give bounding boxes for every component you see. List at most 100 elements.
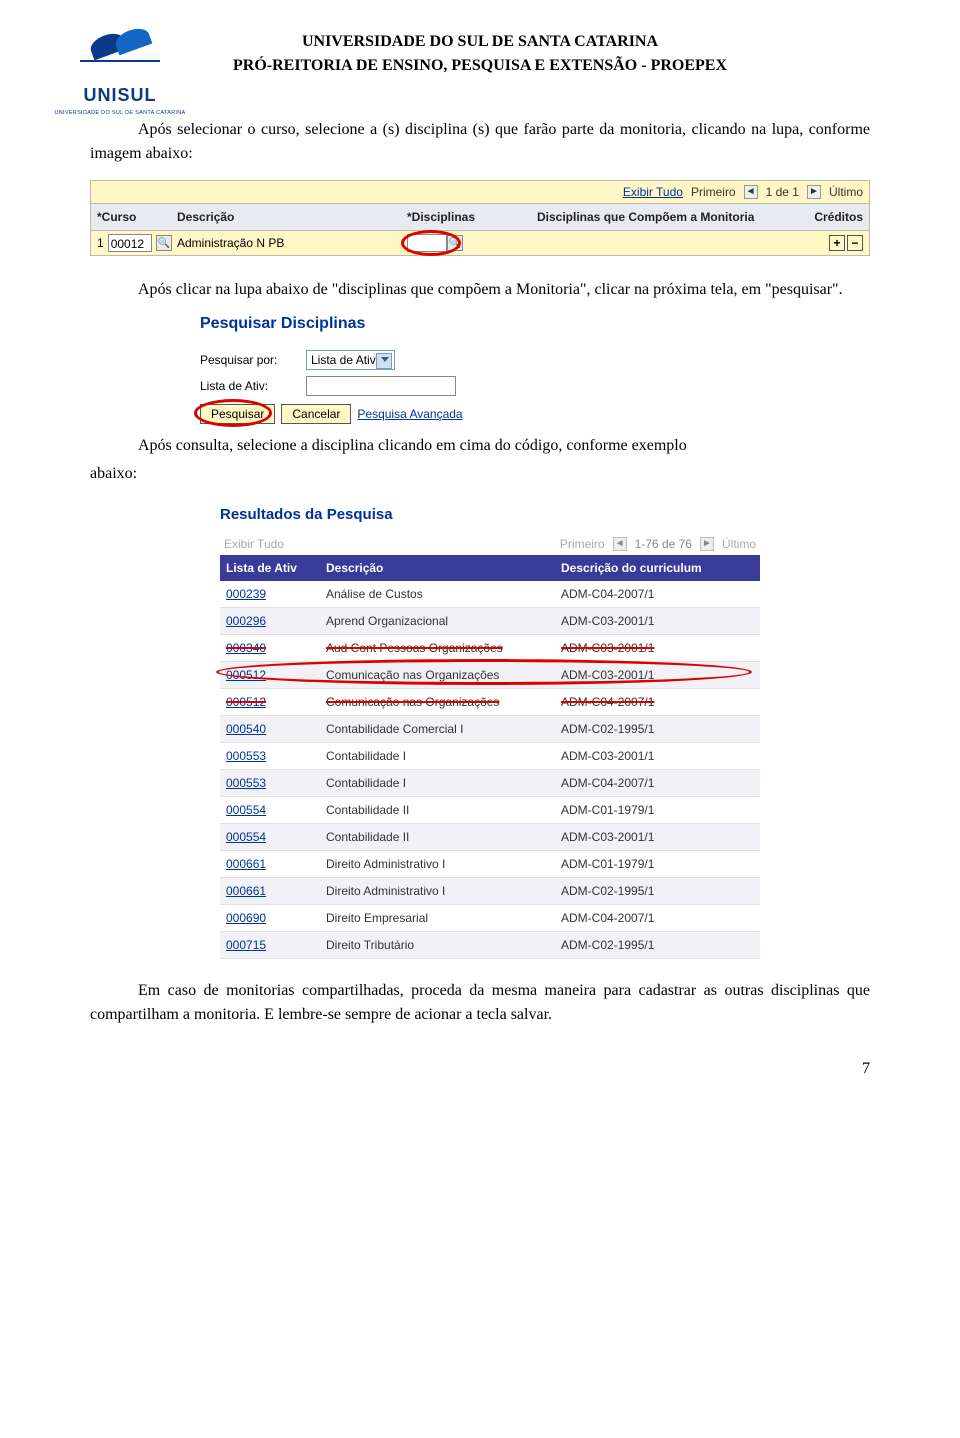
result-desc: Análise de Custos xyxy=(326,585,561,603)
result-curriculum: ADM-C04-2007/1 xyxy=(561,909,754,927)
page-number: 7 xyxy=(90,1057,870,1081)
pesquisar-button[interactable]: Pesquisar xyxy=(200,404,275,424)
unisul-logo: UNISUL UNIVERSIDADE DO SUL DE SANTA CATA… xyxy=(50,20,190,117)
pesquisar-por-label: Pesquisar por: xyxy=(200,351,300,369)
res-primeiro: Primeiro xyxy=(560,535,605,553)
row-number: 1 xyxy=(97,234,104,252)
table-row: 000661Direito Administrativo IADM-C01-19… xyxy=(220,851,760,878)
result-code-link[interactable]: 000661 xyxy=(226,857,266,871)
table-row: 000690 Direito EmpresarialADM-C04-2007/1 xyxy=(220,905,760,932)
result-desc: Aprend Organizacional xyxy=(326,612,561,630)
result-desc: Direito Tributário xyxy=(326,936,561,954)
result-desc: Comunicação nas Organizações xyxy=(326,693,561,711)
paragraph-3a: Após consulta, selecione a disciplina cl… xyxy=(90,434,870,458)
col-creditos: Créditos xyxy=(793,208,863,226)
pesquisar-disciplinas-panel: Pesquisar Disciplinas Pesquisar por: Lis… xyxy=(200,312,620,424)
table-row: 000661Direito Administrativo IADM-C02-19… xyxy=(220,878,760,905)
course-discipline-bar: Exibir Tudo Primeiro ◄ 1 de 1 ► Último *… xyxy=(90,180,870,256)
res-col-1: Lista de Ativ xyxy=(226,559,326,577)
header-line1: UNIVERSIDADE DO SUL DE SANTA CATARINA xyxy=(90,30,870,54)
col-disc-monitoria: Disciplinas que Compõem a Monitoria xyxy=(537,208,793,226)
lista-ativ-input[interactable] xyxy=(306,376,456,396)
bar-columns: *Curso Descrição *Disciplinas Disciplina… xyxy=(90,204,870,231)
paragraph-2: Após clicar na lupa abaixo de "disciplin… xyxy=(90,278,870,302)
result-curriculum: ADM-C03-2001/1 xyxy=(561,747,754,765)
result-curriculum: ADM-C04-2007/1 xyxy=(561,585,754,603)
result-code-link[interactable]: 000296 xyxy=(226,614,266,628)
resultados-title: Resultados da Pesquisa xyxy=(220,504,760,527)
table-row: 000715 Direito TributárioADM-C02-1995/1 xyxy=(220,932,760,959)
primeiro-label: Primeiro xyxy=(691,183,736,201)
disciplina-input[interactable] xyxy=(407,234,447,252)
result-curriculum: ADM-C03-2001/1 xyxy=(561,828,754,846)
result-code-link[interactable]: 000553 xyxy=(226,749,266,763)
res-ultimo: Último xyxy=(722,535,756,553)
result-curriculum: ADM-C03-2001/1 xyxy=(561,612,754,630)
result-code-link[interactable]: 000661 xyxy=(226,884,266,898)
table-row: 000296 Aprend OrganizacionalADM-C03-2001/… xyxy=(220,608,760,635)
paragraph-1: Após selecionar o curso, selecione a (s)… xyxy=(90,118,870,166)
paragraph-4: Em caso de monitorias compartilhadas, pr… xyxy=(90,979,870,1027)
chevron-down-icon xyxy=(381,357,389,362)
logo-text: UNISUL xyxy=(50,82,190,109)
result-desc: Direito Empresarial xyxy=(326,909,561,927)
logo-icon xyxy=(80,20,160,70)
add-row-button[interactable]: + xyxy=(829,235,845,251)
result-code-link[interactable]: 000239 xyxy=(226,587,266,601)
result-curriculum: ADM-C04-2007/1 xyxy=(561,774,754,792)
col-descricao: Descrição xyxy=(177,208,407,226)
result-desc: Contabilidade I xyxy=(326,747,561,765)
result-desc: Direito Administrativo I xyxy=(326,855,561,873)
lista-ativ-label: Lista de Ativ: xyxy=(200,377,300,395)
result-code-link[interactable]: 000512 xyxy=(226,668,266,682)
resultados-panel: Resultados da Pesquisa Exibir Tudo Prime… xyxy=(220,504,760,959)
table-row: 000554 Contabilidade IIADM-C01-1979/1 xyxy=(220,797,760,824)
result-curriculum: ADM-C02-1995/1 xyxy=(561,936,754,954)
result-code-link[interactable]: 000540 xyxy=(226,722,266,736)
table-row: 000554Contabilidade IIADM-C03-2001/1 xyxy=(220,824,760,851)
page-header: UNISUL UNIVERSIDADE DO SUL DE SANTA CATA… xyxy=(90,30,870,78)
table-row: 000553 Contabilidade IADM-C03-2001/1 xyxy=(220,743,760,770)
pesquisar-por-select[interactable]: Lista de Ativ xyxy=(306,350,395,370)
result-desc: Contabilidade Comercial I xyxy=(326,720,561,738)
curso-input[interactable]: 00012 xyxy=(108,234,152,252)
table-row: 000512 Comunicação nas OrganizaçõesADM-C0… xyxy=(220,689,760,716)
result-curriculum: ADM-C03-2001/1 xyxy=(561,639,754,657)
result-code-link[interactable]: 000340 xyxy=(226,641,266,655)
res-next-icon[interactable]: ► xyxy=(700,537,714,551)
result-code-link[interactable]: 000512 xyxy=(226,695,266,709)
result-curriculum: ADM-C02-1995/1 xyxy=(561,720,754,738)
res-exibir-tudo: Exibir Tudo xyxy=(224,535,284,553)
lookup-curso-icon[interactable]: 🔍 xyxy=(156,235,172,251)
lookup-disciplina-icon[interactable]: 🔍 xyxy=(447,235,463,251)
result-curriculum: ADM-C03-2001/1 xyxy=(561,666,754,684)
next-icon[interactable]: ► xyxy=(807,185,821,199)
res-col-3: Descrição do curriculum xyxy=(561,559,754,577)
logo-subtext: UNIVERSIDADE DO SUL DE SANTA CATARINA xyxy=(50,109,190,117)
resultados-rows: 000239Análise de CustosADM-C04-2007/1000… xyxy=(220,581,760,959)
res-count: 1-76 de 76 xyxy=(635,535,692,553)
result-code-link[interactable]: 000553 xyxy=(226,776,266,790)
table-row: 000512Comunicação nas OrganizaçõesADM-C0… xyxy=(220,662,760,689)
paragraph-3b: abaixo: xyxy=(90,462,870,486)
prev-icon[interactable]: ◄ xyxy=(744,185,758,199)
result-desc: Contabilidade I xyxy=(326,774,561,792)
res-prev-icon[interactable]: ◄ xyxy=(613,537,627,551)
table-row: 000540 Contabilidade Comercial IADM-C02-1… xyxy=(220,716,760,743)
bar-nav: Exibir Tudo Primeiro ◄ 1 de 1 ► Último xyxy=(90,180,870,204)
result-code-link[interactable]: 000715 xyxy=(226,938,266,952)
exibir-tudo-link[interactable]: Exibir Tudo xyxy=(623,183,683,201)
pesquisa-avancada-link[interactable]: Pesquisa Avançada xyxy=(357,405,462,423)
result-curriculum: ADM-C01-1979/1 xyxy=(561,801,754,819)
col-disciplinas: *Disciplinas xyxy=(407,208,537,226)
result-code-link[interactable]: 000554 xyxy=(226,830,266,844)
result-code-link[interactable]: 000554 xyxy=(226,803,266,817)
remove-row-button[interactable]: − xyxy=(847,235,863,251)
result-curriculum: ADM-C04-2007/1 xyxy=(561,693,754,711)
table-row: 000553 Contabilidade IADM-C04-2007/1 xyxy=(220,770,760,797)
result-code-link[interactable]: 000690 xyxy=(226,911,266,925)
table-row: 000340 Aud Cont Pessoas OrganizaçõesADM-C… xyxy=(220,635,760,662)
cancelar-button[interactable]: Cancelar xyxy=(281,404,351,424)
result-desc: Contabilidade II xyxy=(326,801,561,819)
result-desc: Aud Cont Pessoas Organizações xyxy=(326,639,561,657)
